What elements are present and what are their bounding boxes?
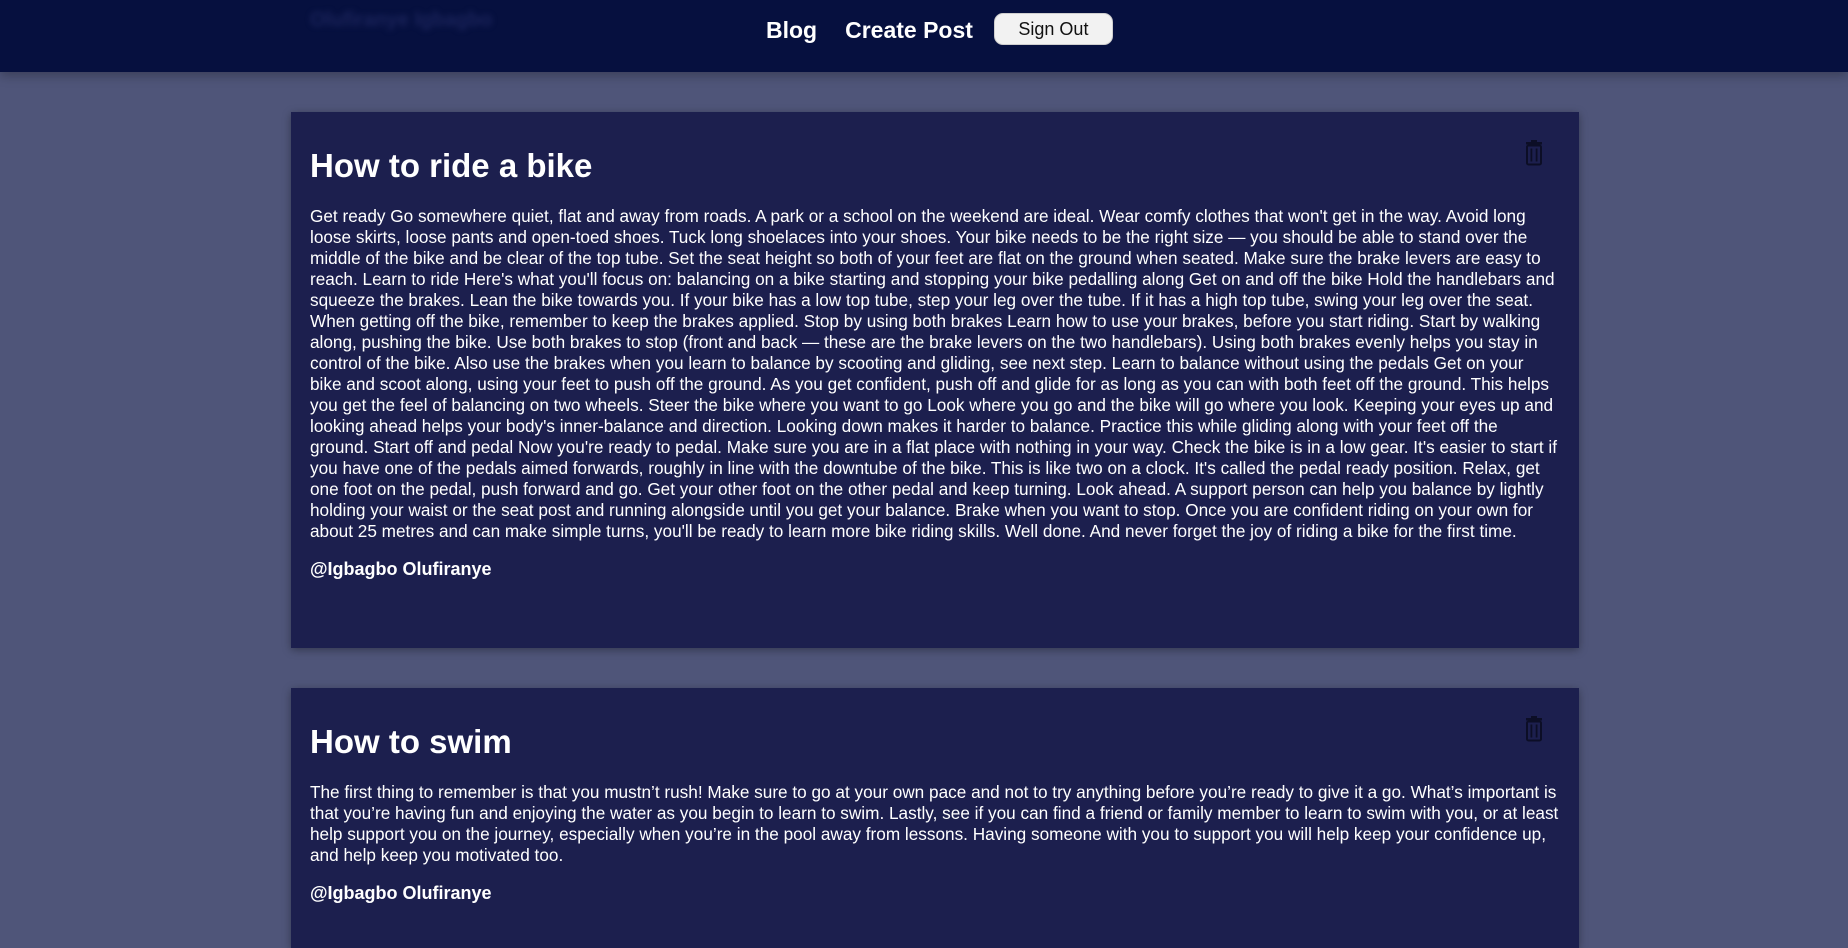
blurred-user-name: Olufiranye Igbagbo (310, 9, 493, 31)
post-card: How to ride a bike Get ready Go somewher… (291, 112, 1579, 648)
post-title: How to ride a bike (310, 147, 593, 184)
post-title: How to swim (310, 723, 512, 760)
post-author: @Igbagbo Olufiranye (310, 883, 492, 904)
top-navbar: Olufiranye Igbagbo Blog Create Post Sign… (0, 0, 1848, 72)
post-body: Get ready Go somewhere quiet, flat and a… (310, 206, 1557, 542)
post-author: @Igbagbo Olufiranye (310, 559, 492, 580)
post-body: The first thing to remember is that you … (310, 782, 1559, 866)
post-card: How to swim The first thing to remember … (291, 688, 1579, 948)
trash-icon[interactable] (1523, 716, 1545, 742)
nav-link-create-post[interactable]: Create Post (845, 17, 973, 44)
sign-out-button[interactable]: Sign Out (993, 13, 1113, 45)
nav-links: Blog Create Post Sign Out (766, 13, 1113, 45)
nav-link-blog[interactable]: Blog (766, 17, 817, 44)
trash-icon[interactable] (1523, 140, 1545, 166)
